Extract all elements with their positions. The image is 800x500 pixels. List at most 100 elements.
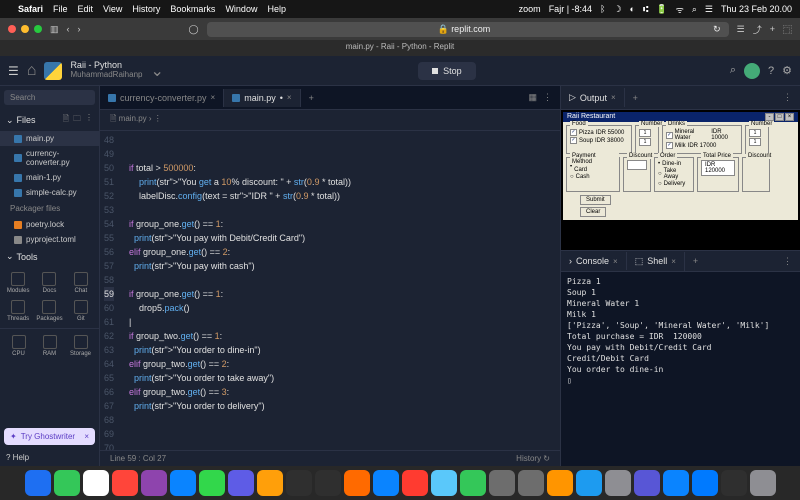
menubar-zoom[interactable]: zoom	[519, 4, 541, 14]
forward-button[interactable]: ›	[78, 24, 81, 34]
files-header[interactable]: ⌄ Files 🗎🗀⋮	[0, 109, 99, 131]
dock-app-10[interactable]	[315, 470, 341, 496]
menu-icon[interactable]: ☰	[8, 64, 19, 78]
dock-app-23[interactable]	[692, 470, 718, 496]
history-link[interactable]: History ↻	[516, 454, 550, 463]
sidebar-toggle-icon[interactable]: ▥	[50, 24, 59, 35]
dock-app-25[interactable]	[750, 470, 776, 496]
dock-app-0[interactable]	[25, 470, 51, 496]
dock-app-14[interactable]	[431, 470, 457, 496]
file-item-main-py[interactable]: main.py	[0, 131, 99, 146]
maximize-window-button[interactable]	[34, 25, 42, 33]
tk-close-button[interactable]: ×	[785, 113, 794, 121]
tool-chat[interactable]: Chat	[67, 270, 95, 296]
checkbox-water[interactable]: ✓	[666, 132, 673, 139]
menu-window[interactable]: Window	[225, 4, 257, 14]
submit-button[interactable]: Submit	[580, 195, 611, 205]
more-icon[interactable]: ⋮	[775, 88, 800, 107]
checkbox-milk[interactable]: ✓	[666, 142, 673, 149]
menu-view[interactable]: View	[103, 4, 122, 14]
display-icon[interactable]: ◐	[630, 4, 635, 14]
tab-console[interactable]: › Console ×	[561, 252, 627, 270]
qty-water[interactable]: 1	[749, 129, 761, 137]
new-file-icon[interactable]: 🗎	[63, 113, 69, 127]
tabs-icon[interactable]: ⿹	[783, 23, 792, 36]
dock-app-9[interactable]	[286, 470, 312, 496]
tk-max-button[interactable]: □	[775, 113, 784, 121]
qty-pizza[interactable]: 1	[639, 129, 651, 137]
code-editor[interactable]: 4849505152535455565758596061626364656667…	[100, 131, 560, 450]
project-info[interactable]: Raii - Python MuhammadRaihanp	[70, 61, 142, 80]
close-icon[interactable]: ×	[211, 93, 216, 102]
dnd-icon[interactable]: ☽	[613, 4, 621, 15]
tab-main-py[interactable]: main.py•×	[224, 89, 300, 107]
new-tab-button[interactable]: +	[301, 89, 322, 107]
notif-icon[interactable]: ?	[768, 65, 774, 77]
home-icon[interactable]: ⌂	[27, 62, 37, 80]
avatar[interactable]	[744, 63, 760, 79]
tab-currency-converter-py[interactable]: currency-converter.py×	[100, 89, 224, 107]
back-button[interactable]: ‹	[67, 24, 70, 34]
menu-bookmarks[interactable]: Bookmarks	[170, 4, 215, 14]
invite-icon[interactable]: ⚙	[782, 64, 792, 77]
sys-ram[interactable]: RAM	[35, 333, 64, 359]
dock-app-15[interactable]	[460, 470, 486, 496]
dock-app-17[interactable]	[518, 470, 544, 496]
more-icon[interactable]: ⋮	[543, 92, 552, 103]
menubar-clock[interactable]: Thu 23 Feb 20.00	[721, 4, 792, 14]
help-link[interactable]: ? Help	[0, 449, 99, 466]
console-output[interactable]: Pizza 1 Soup 1 Mineral Water 1 Milk 1 ['…	[561, 272, 800, 466]
tk-min-button[interactable]: -	[765, 113, 774, 121]
dock-app-11[interactable]	[344, 470, 370, 496]
shortcuts-icon[interactable]: ⑆	[643, 4, 648, 14]
dock-app-12[interactable]	[373, 470, 399, 496]
dock-app-24[interactable]	[721, 470, 747, 496]
menu-file[interactable]: File	[53, 4, 68, 14]
control-center-icon[interactable]: ☰	[705, 4, 713, 15]
more-icon[interactable]: ⋮	[85, 113, 93, 127]
dock-app-4[interactable]	[141, 470, 167, 496]
file-item-pyproject-toml[interactable]: pyproject.toml	[0, 232, 99, 247]
tool-git[interactable]: Git	[67, 298, 95, 324]
tool-docs[interactable]: Docs	[34, 270, 64, 296]
qty-soup[interactable]: 1	[639, 138, 651, 146]
reader-icon[interactable]: ☰	[737, 24, 745, 35]
dock-app-7[interactable]	[228, 470, 254, 496]
close-window-button[interactable]	[8, 25, 16, 33]
dock-app-16[interactable]	[489, 470, 515, 496]
address-bar[interactable]: 🔒 replit.com ↻	[207, 22, 729, 37]
file-item-poetry-lock[interactable]: poetry.lock	[0, 217, 99, 232]
tool-threads[interactable]: Threads	[4, 298, 32, 324]
dock-app-8[interactable]	[257, 470, 283, 496]
new-tab-button[interactable]: +	[685, 252, 706, 270]
search-input[interactable]: Search	[4, 90, 95, 105]
menubar-app[interactable]: Safari	[18, 4, 43, 14]
search-icon[interactable]: ⌕	[692, 4, 697, 15]
breadcrumb[interactable]: 🗎 main.py › ⋮	[100, 110, 560, 131]
more-icon[interactable]: ⋮	[775, 252, 800, 271]
dock-app-19[interactable]	[576, 470, 602, 496]
file-item-simple-calc-py[interactable]: simple-calc.py	[0, 185, 99, 200]
dock-app-22[interactable]	[663, 470, 689, 496]
dock-app-20[interactable]	[605, 470, 631, 496]
dock-app-18[interactable]	[547, 470, 573, 496]
dock-app-2[interactable]	[83, 470, 109, 496]
file-item-currency-converter-py[interactable]: currency-converter.py	[0, 146, 99, 170]
file-item-main-1-py[interactable]: main-1.py	[0, 170, 99, 185]
dock-app-1[interactable]	[54, 470, 80, 496]
battery-icon[interactable]: 🔋	[656, 4, 667, 15]
new-tab-icon[interactable]: +	[770, 24, 775, 34]
sys-storage[interactable]: Storage	[66, 333, 95, 359]
ghostwriter-banner[interactable]: ✦ Try Ghostwriter ×	[4, 428, 95, 445]
bluetooth-icon[interactable]: ᛒ	[600, 4, 605, 14]
minimize-window-button[interactable]	[21, 25, 29, 33]
qty-milk[interactable]: 1	[749, 138, 761, 146]
search-icon[interactable]: ⌕	[730, 64, 736, 77]
ai-icon[interactable]: ▦	[528, 92, 537, 103]
chevron-down-icon[interactable]: ⌄	[150, 61, 163, 81]
tab-output[interactable]: ▷ Output ×	[561, 88, 625, 107]
dock-app-13[interactable]	[402, 470, 428, 496]
checkbox-pizza[interactable]: ✓	[570, 129, 577, 136]
tool-modules[interactable]: Modules	[4, 270, 32, 296]
sys-cpu[interactable]: CPU	[4, 333, 33, 359]
